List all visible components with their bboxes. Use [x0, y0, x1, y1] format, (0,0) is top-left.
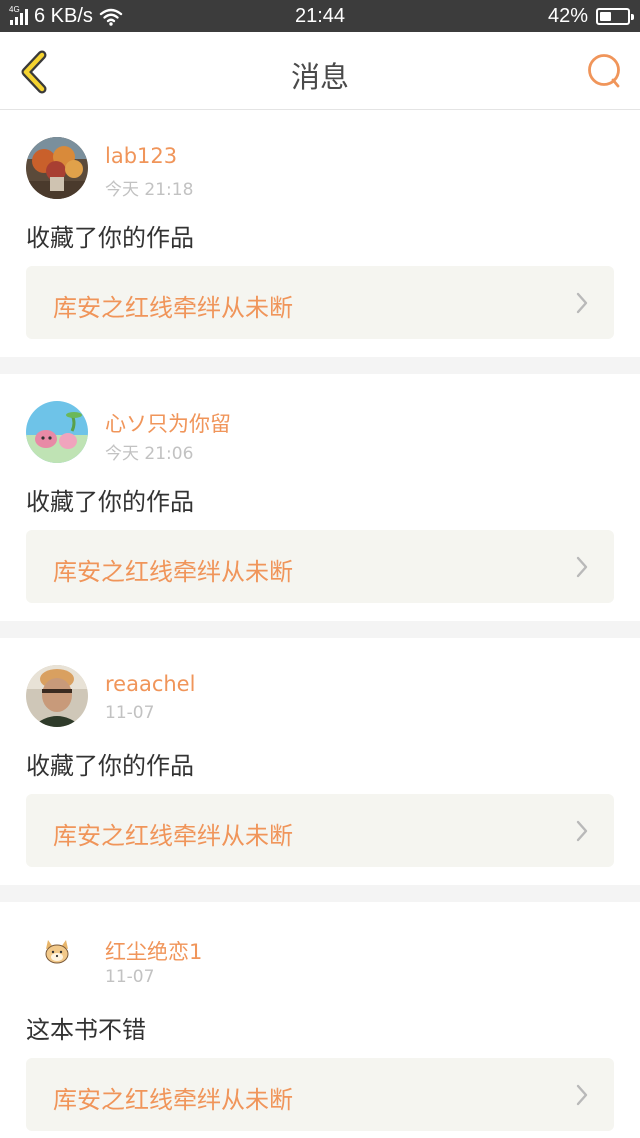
battery-percent: 42% — [547, 5, 588, 27]
chevron-right-icon — [576, 556, 588, 578]
chevron-right-icon — [576, 820, 588, 842]
message-time: 今天 21:06 — [105, 444, 194, 464]
work-link[interactable]: 库安之红线牵绊从未断 — [26, 266, 614, 339]
status-time: 21:44 — [294, 5, 346, 27]
battery-icon — [596, 8, 634, 25]
message-card: 红尘绝恋1 11-07 这本书不错 库安之红线牵绊从未断 — [0, 902, 640, 1138]
work-title: 库安之红线牵绊从未断 — [53, 558, 293, 586]
username[interactable]: lab123 — [105, 144, 177, 168]
message-card: lab123 今天 21:18 收藏了你的作品 库安之红线牵绊从未断 — [0, 110, 640, 357]
message-content: 收藏了你的作品 — [26, 488, 194, 516]
avatar[interactable] — [26, 665, 88, 727]
work-title: 库安之红线牵绊从未断 — [53, 294, 293, 322]
chevron-right-icon — [576, 1084, 588, 1106]
chevron-right-icon — [576, 292, 588, 314]
work-link[interactable]: 库安之红线牵绊从未断 — [26, 530, 614, 603]
message-content: 收藏了你的作品 — [26, 224, 194, 252]
avatar[interactable] — [26, 401, 88, 463]
message-content: 收藏了你的作品 — [26, 752, 194, 780]
nav-bar: 消息 — [0, 32, 640, 110]
message-card: reaachel 11-07 收藏了你的作品 库安之红线牵绊从未断 — [0, 638, 640, 885]
search-button[interactable] — [582, 50, 626, 94]
avatar[interactable] — [26, 137, 88, 199]
username[interactable]: reaachel — [105, 672, 195, 696]
avatar[interactable] — [26, 929, 88, 991]
work-link[interactable]: 库安之红线牵绊从未断 — [26, 1058, 614, 1131]
work-title: 库安之红线牵绊从未断 — [53, 822, 293, 850]
username[interactable]: 心ソ只为你留 — [105, 408, 231, 438]
message-time: 11-07 — [105, 967, 155, 987]
status-right: 42% — [547, 5, 634, 28]
message-time: 11-07 — [105, 703, 155, 723]
status-bar: 4G 6 KB/s 21:44 42% — [0, 0, 640, 32]
battery-fill — [600, 12, 611, 21]
username[interactable]: 红尘绝恋1 — [105, 936, 202, 966]
message-time: 今天 21:18 — [105, 180, 194, 200]
message-card: 心ソ只为你留 今天 21:06 收藏了你的作品 库安之红线牵绊从未断 — [0, 374, 640, 621]
work-link[interactable]: 库安之红线牵绊从未断 — [26, 794, 614, 867]
page-title: 消息 — [290, 60, 349, 94]
work-title: 库安之红线牵绊从未断 — [53, 1086, 293, 1114]
message-content: 这本书不错 — [26, 1016, 146, 1044]
